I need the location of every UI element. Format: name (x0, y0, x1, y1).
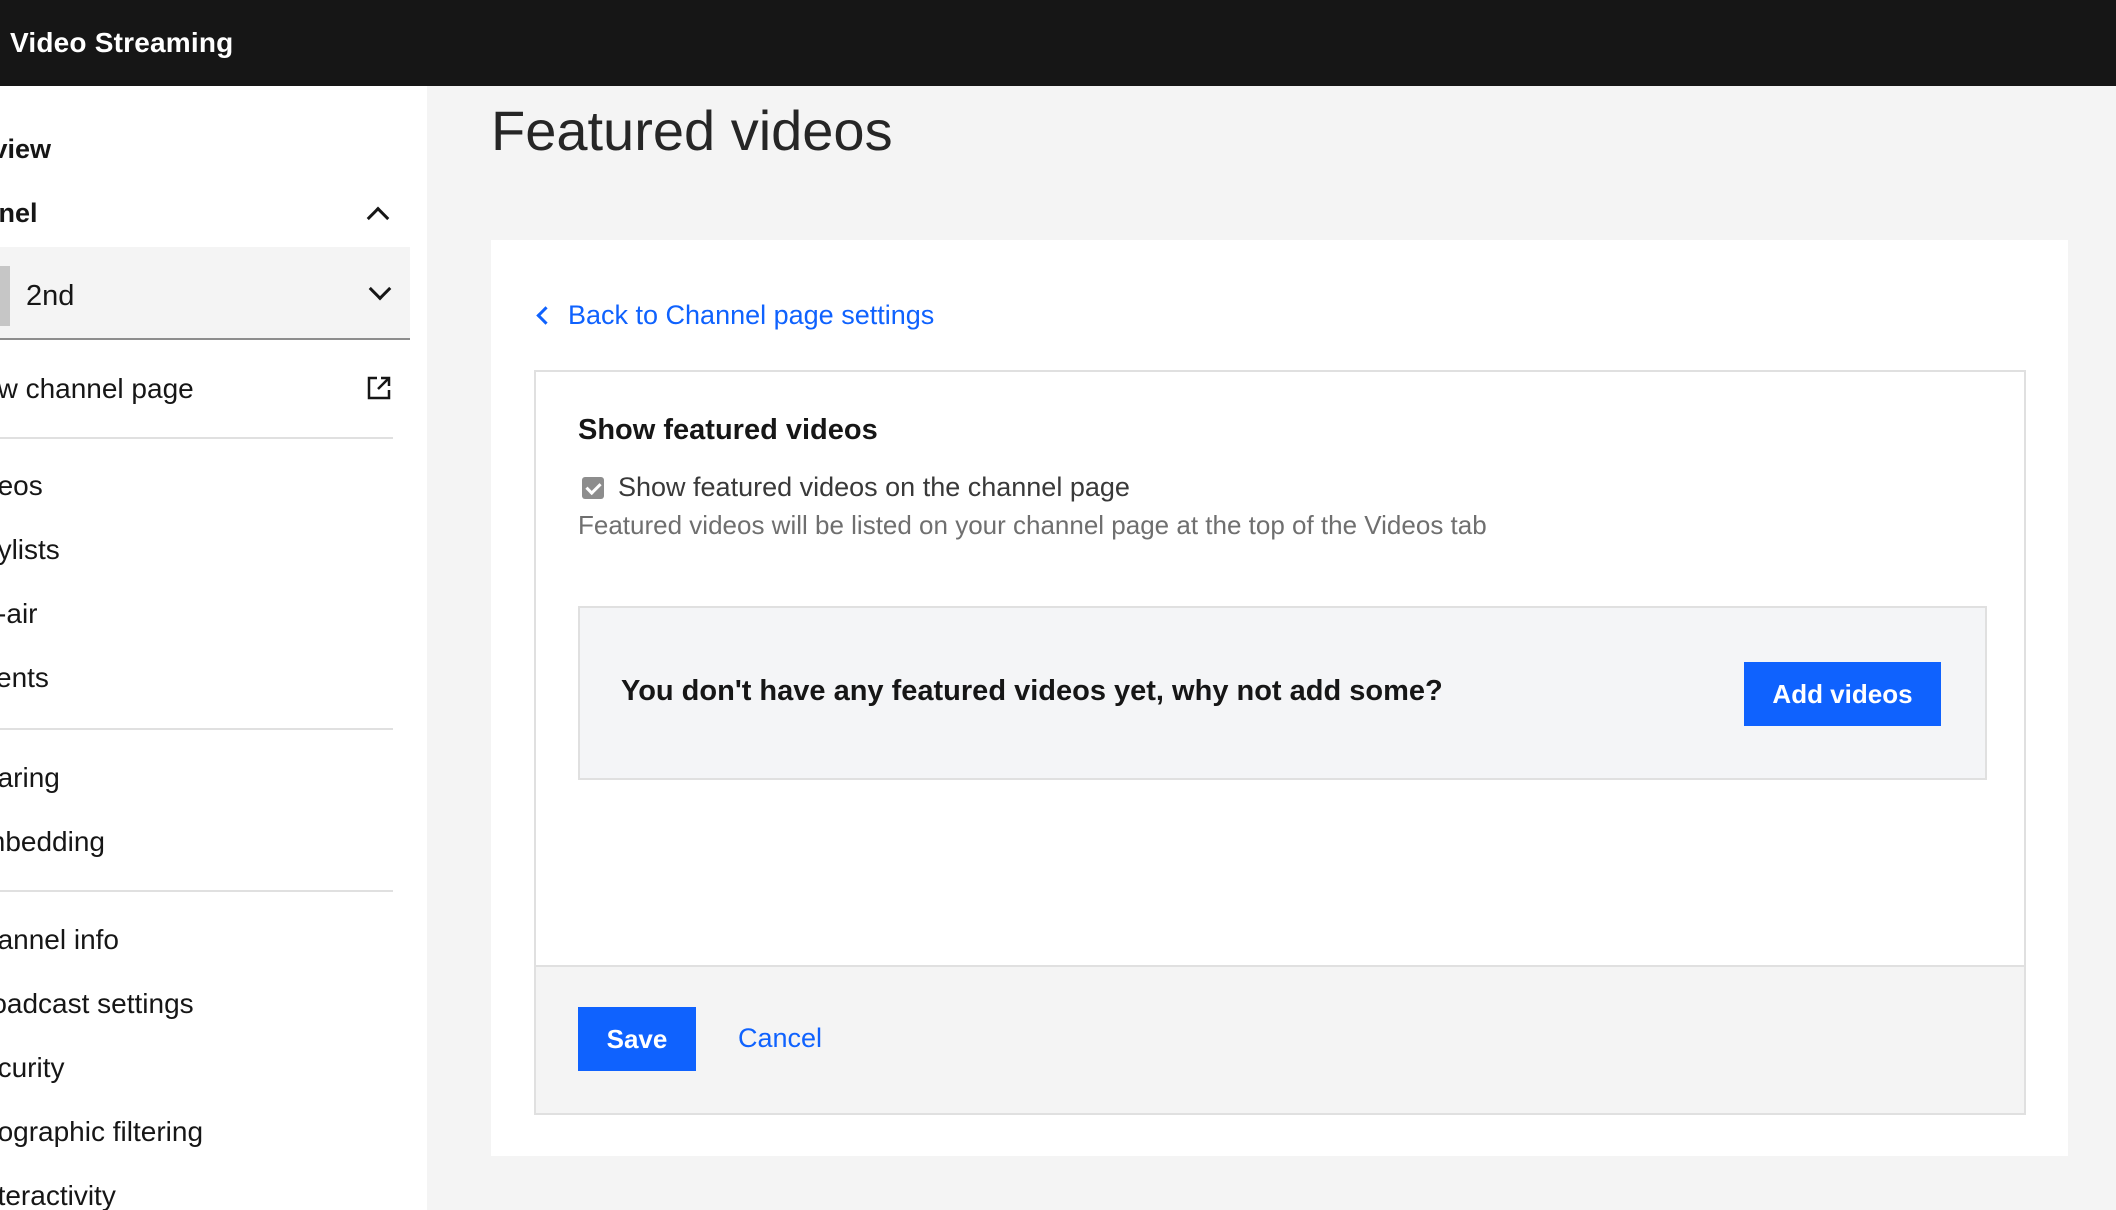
app-title: Video Streaming (10, 27, 234, 58)
show-featured-checkbox-label[interactable]: Show featured videos on the channel page (618, 472, 1130, 503)
save-button[interactable]: Save (578, 1007, 696, 1071)
external-link-icon[interactable] (366, 375, 392, 401)
sidebar-item-geographic-filtering[interactable]: eographic filtering (0, 1116, 203, 1148)
sidebar: rview nnel 2nd ew channel page deos ayli… (0, 86, 427, 1210)
chevron-left-icon (536, 306, 555, 325)
sidebar-item-playlists[interactable]: aylists (0, 534, 60, 566)
show-featured-checkbox-row[interactable]: Show featured videos on the channel page (582, 472, 1130, 503)
sidebar-item-embedding[interactable]: mbedding (0, 826, 105, 858)
panel-title: Show featured videos (578, 414, 878, 446)
sidebar-item-security[interactable]: ecurity (0, 1052, 64, 1084)
top-header: Video Streaming (0, 0, 2116, 86)
channel-select[interactable]: 2nd (0, 247, 410, 340)
chevron-up-icon[interactable] (366, 206, 390, 230)
sidebar-divider (0, 437, 393, 439)
add-videos-button[interactable]: Add videos (1744, 662, 1941, 726)
sidebar-item-broadcast-settings[interactable]: roadcast settings (0, 988, 194, 1020)
main-content: Featured videos Back to Channel page set… (427, 86, 2116, 1210)
sidebar-item-channel-info[interactable]: hannel info (0, 924, 119, 956)
cancel-link[interactable]: Cancel (738, 1023, 822, 1054)
page-title: Featured videos (491, 99, 893, 162)
helper-text: Featured videos will be listed on your c… (578, 510, 1487, 540)
back-link[interactable]: Back to Channel page settings (535, 300, 934, 331)
chevron-down-icon[interactable] (368, 277, 392, 301)
sidebar-item-sharing[interactable]: haring (0, 762, 60, 794)
sidebar-divider (0, 890, 393, 892)
show-featured-checkbox[interactable] (582, 476, 604, 499)
sidebar-divider (0, 728, 393, 730)
featured-videos-panel: Show featured videos Show featured video… (534, 370, 2026, 1115)
empty-state: You don't have any featured videos yet, … (578, 606, 1987, 780)
channel-thumbnail (0, 266, 10, 326)
sidebar-item-overview[interactable]: rview (0, 134, 51, 165)
sidebar-item-videos[interactable]: deos (0, 470, 43, 502)
sidebar-item-events[interactable]: vents (0, 662, 49, 694)
back-link-label: Back to Channel page settings (568, 300, 935, 330)
sidebar-item-off-air[interactable]: ff-air (0, 598, 38, 630)
sidebar-item-channel[interactable]: nnel (0, 198, 38, 229)
form-footer: Save Cancel (536, 965, 2024, 1113)
sidebar-item-interactivity[interactable]: nteractivity (0, 1180, 116, 1210)
sidebar-item-view-channel-page[interactable]: ew channel page (0, 373, 194, 405)
channel-select-value: 2nd (26, 280, 75, 312)
settings-card: Back to Channel page settings Show featu… (491, 240, 2068, 1156)
empty-state-message: You don't have any featured videos yet, … (621, 675, 1443, 707)
